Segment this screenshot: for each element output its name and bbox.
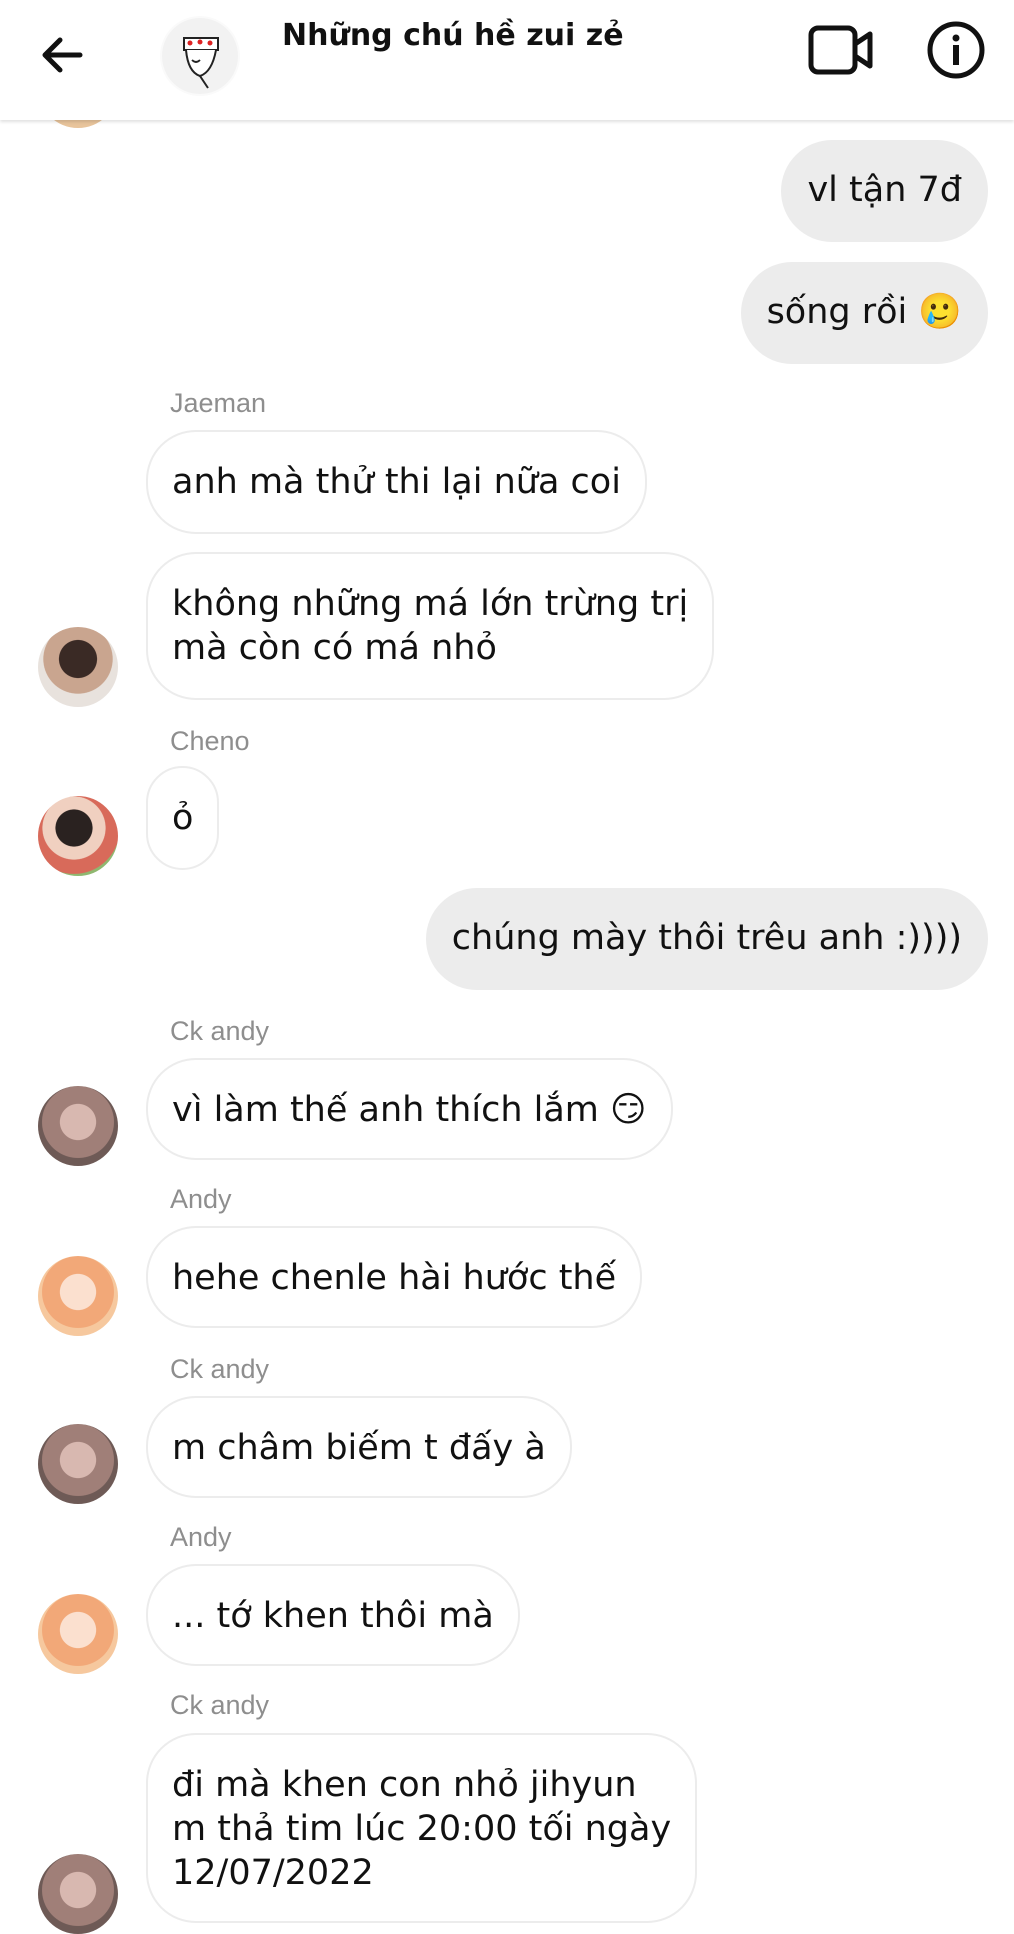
message-text: ... tớ khen thôi mà: [172, 1596, 494, 1636]
incoming-message[interactable]: ỏ: [146, 766, 220, 870]
message-text: sống rồi: [766, 292, 908, 332]
sender-name: Ck andy: [170, 1690, 270, 1720]
message-text: hehe chenle hài hước thế: [172, 1258, 617, 1298]
avatar-jaeman[interactable]: [38, 627, 118, 707]
incoming-message[interactable]: vì làm thế anh thích lắm 😏: [146, 1058, 673, 1160]
incoming-message[interactable]: m châm biếm t đấy à: [146, 1396, 572, 1498]
avatar-andy[interactable]: [38, 1256, 118, 1336]
message-text-line: mà còn có má nhỏ: [172, 628, 497, 668]
message-text-line: 12/07/2022: [172, 1853, 374, 1893]
incoming-message[interactable]: ... tớ khen thôi mà: [146, 1564, 520, 1666]
sender-name: Ck andy: [170, 1354, 270, 1384]
message-text: chúng mày thôi trêu anh :)))): [451, 918, 962, 958]
incoming-message[interactable]: anh mà thử thi lại nữa coi: [146, 430, 647, 534]
group-avatar[interactable]: [160, 16, 240, 96]
incoming-message[interactable]: đi mà khen con nhỏ jihyun m thả tim lúc …: [146, 1733, 698, 1923]
message-text: m châm biếm t đấy à: [172, 1428, 546, 1468]
video-call-icon[interactable]: [808, 22, 874, 78]
outgoing-message[interactable]: sống rồi 🥲: [740, 262, 988, 364]
avatar-ck-andy[interactable]: [38, 1086, 118, 1166]
incoming-message[interactable]: không những má lớn trừng trị mà còn có m…: [146, 552, 715, 700]
avatar-ck-andy[interactable]: [38, 1854, 118, 1934]
message-text-line: đi mà khen con nhỏ jihyun: [172, 1765, 637, 1805]
smirk-emoji: 😏: [610, 1090, 647, 1130]
sender-name: Andy: [170, 1522, 232, 1552]
outgoing-message[interactable]: vl tận 7đ: [781, 140, 988, 242]
avatar-cheno[interactable]: [38, 796, 118, 876]
message-text: ỏ: [172, 798, 194, 838]
avatar-ck-andy[interactable]: [38, 1424, 118, 1504]
message-text-line: m thả tim lúc 20:00 tối ngày: [172, 1809, 672, 1849]
sender-name: Jaeman: [170, 388, 267, 418]
chat-header: Những chú hề zui zẻ: [0, 0, 1014, 120]
outgoing-message[interactable]: chúng mày thôi trêu anh :)))): [425, 888, 988, 990]
sender-name: Cheno: [170, 726, 250, 756]
avatar-andy[interactable]: [38, 1594, 118, 1674]
chat-title[interactable]: Những chú hề zui zẻ: [282, 18, 624, 53]
sender-name: Andy: [170, 1184, 232, 1214]
message-text: vì làm thế anh thích lắm: [172, 1090, 599, 1130]
message-text-line: không những má lớn trừng trị: [172, 584, 689, 624]
info-icon[interactable]: [926, 20, 986, 80]
clown-avatar-icon: [162, 18, 238, 94]
message-text: vl tận 7đ: [807, 170, 962, 210]
smiling-tear-emoji: 🥲: [918, 292, 962, 332]
back-arrow-icon[interactable]: [38, 30, 88, 80]
sender-name: Ck andy: [170, 1016, 270, 1046]
message-text: anh mà thử thi lại nữa coi: [172, 462, 621, 502]
incoming-message[interactable]: hehe chenle hài hước thế: [146, 1226, 643, 1328]
